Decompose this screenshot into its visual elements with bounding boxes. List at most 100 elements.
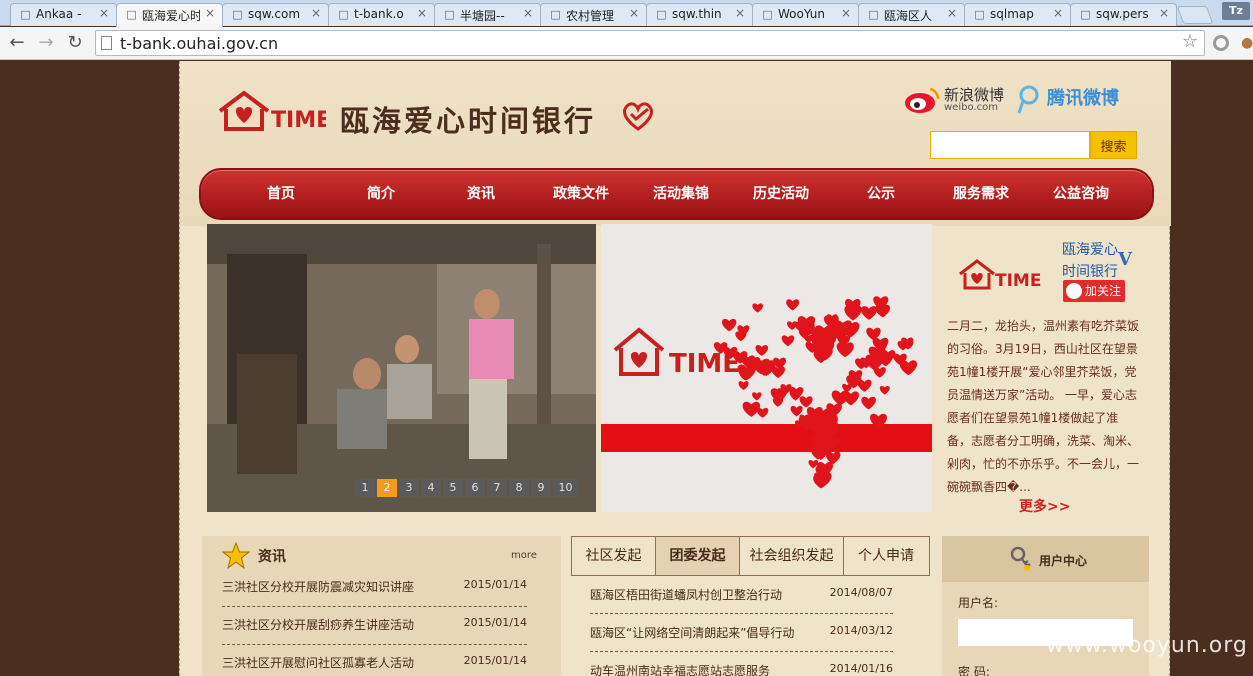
news-item-title: 三洪社区开展慰问社区孤寡老人活动 bbox=[222, 656, 415, 670]
close-icon[interactable]: × bbox=[841, 6, 851, 20]
activity-tab[interactable]: 个人申请 bbox=[844, 537, 928, 575]
browser-tab[interactable]: □ Ankaa - × bbox=[10, 3, 117, 26]
password-label: 密 码: bbox=[958, 665, 990, 676]
username-label: 用户名: bbox=[958, 596, 999, 610]
browser-tab[interactable]: □ sqw.com × bbox=[222, 3, 329, 26]
close-icon[interactable]: × bbox=[629, 6, 639, 20]
activity-item[interactable]: 动车温州南站幸福志愿站志愿服务 2014/01/16 bbox=[590, 652, 893, 676]
close-icon[interactable]: × bbox=[735, 6, 745, 20]
tab-title: sqw.thin bbox=[672, 7, 722, 21]
activity-item[interactable]: 瓯海区梧田街道蟠凤村创卫整治行动 2014/08/07 bbox=[590, 576, 893, 614]
site-title: 瓯海爱心时间银行 bbox=[340, 104, 597, 138]
nav-item[interactable]: 公示 bbox=[831, 183, 931, 203]
nav-item[interactable]: 活动集锦 bbox=[631, 183, 731, 203]
site-search-input[interactable] bbox=[930, 131, 1090, 159]
browser-tab[interactable]: □ t-bank.o × bbox=[328, 3, 435, 26]
news-item-date: 2015/01/14 bbox=[463, 616, 527, 629]
site-container: TIME 瓯海爱心时间银行 新浪微博 weibo.com 腾讯微博 搜索 首页 … bbox=[179, 61, 1171, 676]
close-icon[interactable]: × bbox=[1053, 6, 1063, 20]
back-icon[interactable]: ← bbox=[6, 32, 28, 54]
slider-page-button[interactable]: 10 bbox=[553, 479, 578, 497]
page-viewport: TIME 瓯海爱心时间银行 新浪微博 weibo.com 腾讯微博 搜索 首页 … bbox=[0, 61, 1253, 676]
tab-title: 瓯海爱心时 bbox=[142, 9, 200, 23]
slider-page-button[interactable]: 9 bbox=[531, 479, 551, 497]
nav-item[interactable]: 资讯 bbox=[431, 183, 531, 203]
forward-icon[interactable]: → bbox=[35, 32, 57, 54]
time-bank-banner[interactable]: TIME bbox=[601, 224, 932, 512]
slider-page-button[interactable]: 1 bbox=[355, 479, 375, 497]
heart-banner-art: TIME bbox=[601, 224, 932, 512]
browser-toolbar: ← → ↻ ☆ ● bbox=[0, 27, 1253, 60]
logo-text: TIME bbox=[271, 108, 326, 133]
search-button[interactable]: 搜索 bbox=[1090, 131, 1137, 159]
news-more-link[interactable]: more bbox=[511, 550, 537, 561]
site-header: TIME 瓯海爱心时间银行 新浪微博 weibo.com 腾讯微博 搜索 首页 … bbox=[180, 61, 1171, 226]
browser-tab[interactable]: □ sqw.pers × bbox=[1070, 3, 1177, 26]
news-item[interactable]: 三洪社区分校开展防震减灾知识讲座 2015/01/14 bbox=[222, 569, 527, 607]
reload-icon[interactable]: ↻ bbox=[64, 32, 86, 54]
new-tab-button[interactable] bbox=[1176, 6, 1214, 24]
activity-tab[interactable]: 社会组织发起 bbox=[740, 537, 844, 575]
tencent-weibo-icon bbox=[1017, 85, 1039, 114]
close-icon[interactable]: × bbox=[947, 6, 957, 20]
activity-item[interactable]: 瓯海区“让网络空间清朗起来”倡导行动 2014/03/12 bbox=[590, 614, 893, 652]
extension-icon[interactable] bbox=[1213, 35, 1229, 51]
nav-item[interactable]: 服务需求 bbox=[931, 183, 1031, 203]
cookie-extension-icon[interactable]: ● bbox=[1241, 35, 1253, 51]
activity-item-date: 2014/01/16 bbox=[829, 662, 893, 675]
nav-item[interactable]: 简介 bbox=[331, 183, 431, 203]
browser-tab[interactable]: □ 农村管理 × bbox=[540, 3, 647, 26]
activity-item-title: 瓯海区“让网络空间清朗起来”倡导行动 bbox=[590, 626, 795, 640]
url-input[interactable] bbox=[120, 33, 1170, 53]
slider-page-button[interactable]: 2 bbox=[377, 479, 397, 497]
news-item[interactable]: 三洪社区开展慰问社区孤寡老人活动 2015/01/14 bbox=[222, 645, 527, 676]
slider-page-button[interactable]: 6 bbox=[465, 479, 485, 497]
nav-item[interactable]: 政策文件 bbox=[531, 183, 631, 203]
follow-button[interactable]: 加关注 bbox=[1063, 280, 1125, 302]
bookmark-star-icon[interactable]: ☆ bbox=[1182, 31, 1198, 52]
browser-tab[interactable]: □ 瓯海爱心时 × bbox=[116, 3, 223, 27]
activity-item-date: 2014/03/12 bbox=[829, 624, 893, 637]
page-icon: □ bbox=[20, 8, 31, 21]
tab-title: Ankaa - bbox=[36, 7, 82, 21]
slider-page-button[interactable]: 4 bbox=[421, 479, 441, 497]
slider-page-button[interactable]: 5 bbox=[443, 479, 463, 497]
close-icon[interactable]: × bbox=[205, 6, 215, 20]
close-icon[interactable]: × bbox=[311, 6, 321, 20]
activity-tab[interactable]: 团委发起 bbox=[656, 537, 740, 575]
page-icon: □ bbox=[550, 8, 561, 21]
time-bank-logo[interactable]: TIME bbox=[216, 87, 326, 135]
browser-tab[interactable]: □ 瓯海区人 × bbox=[858, 3, 965, 26]
news-title: 资讯 bbox=[258, 549, 286, 565]
more-link[interactable]: 更多>> bbox=[1019, 496, 1070, 516]
weibo-logo-text: TIME bbox=[995, 271, 1041, 291]
slider-page-button[interactable]: 8 bbox=[509, 479, 529, 497]
nav-item[interactable]: 公益咨询 bbox=[1031, 183, 1131, 203]
news-item-title: 三洪社区分校开展防震减灾知识讲座 bbox=[222, 580, 415, 594]
browser-tab[interactable]: □ WooYun × bbox=[752, 3, 859, 26]
address-bar[interactable]: ☆ bbox=[95, 30, 1205, 56]
follow-label: 加关注 bbox=[1084, 284, 1121, 298]
sina-weibo-link[interactable]: 新浪微博 weibo.com bbox=[902, 83, 1012, 115]
activity-tab[interactable]: 社区发起 bbox=[572, 537, 656, 575]
key-icon bbox=[1010, 546, 1031, 571]
weibo-small-icon bbox=[1066, 283, 1082, 299]
news-item[interactable]: 三洪社区分校开展刮痧养生讲座活动 2015/01/14 bbox=[222, 607, 527, 645]
profile-badge[interactable]: Tz bbox=[1222, 2, 1250, 20]
close-icon[interactable]: × bbox=[99, 6, 109, 20]
close-icon[interactable]: × bbox=[417, 6, 427, 20]
browser-tab[interactable]: □ sqlmap × bbox=[964, 3, 1071, 26]
slider-page-button[interactable]: 3 bbox=[399, 479, 419, 497]
photo-slider[interactable]: 1 2 3 4 5 6 7 8 9 10 bbox=[207, 224, 596, 512]
tencent-weibo-link[interactable]: 腾讯微博 bbox=[1015, 83, 1135, 115]
nav-item[interactable]: 首页 bbox=[231, 183, 331, 203]
browser-tab[interactable]: □ sqw.thin × bbox=[646, 3, 753, 26]
browser-tab[interactable]: □ 半塘园-- × bbox=[434, 3, 541, 26]
news-item-date: 2015/01/14 bbox=[463, 654, 527, 667]
nav-item[interactable]: 历史活动 bbox=[731, 183, 831, 203]
slider-page-button[interactable]: 7 bbox=[487, 479, 507, 497]
activity-item-date: 2014/08/07 bbox=[829, 586, 893, 599]
close-icon[interactable]: × bbox=[523, 6, 533, 20]
close-icon[interactable]: × bbox=[1159, 6, 1169, 20]
tencent-weibo-label: 腾讯微博 bbox=[1047, 88, 1119, 109]
